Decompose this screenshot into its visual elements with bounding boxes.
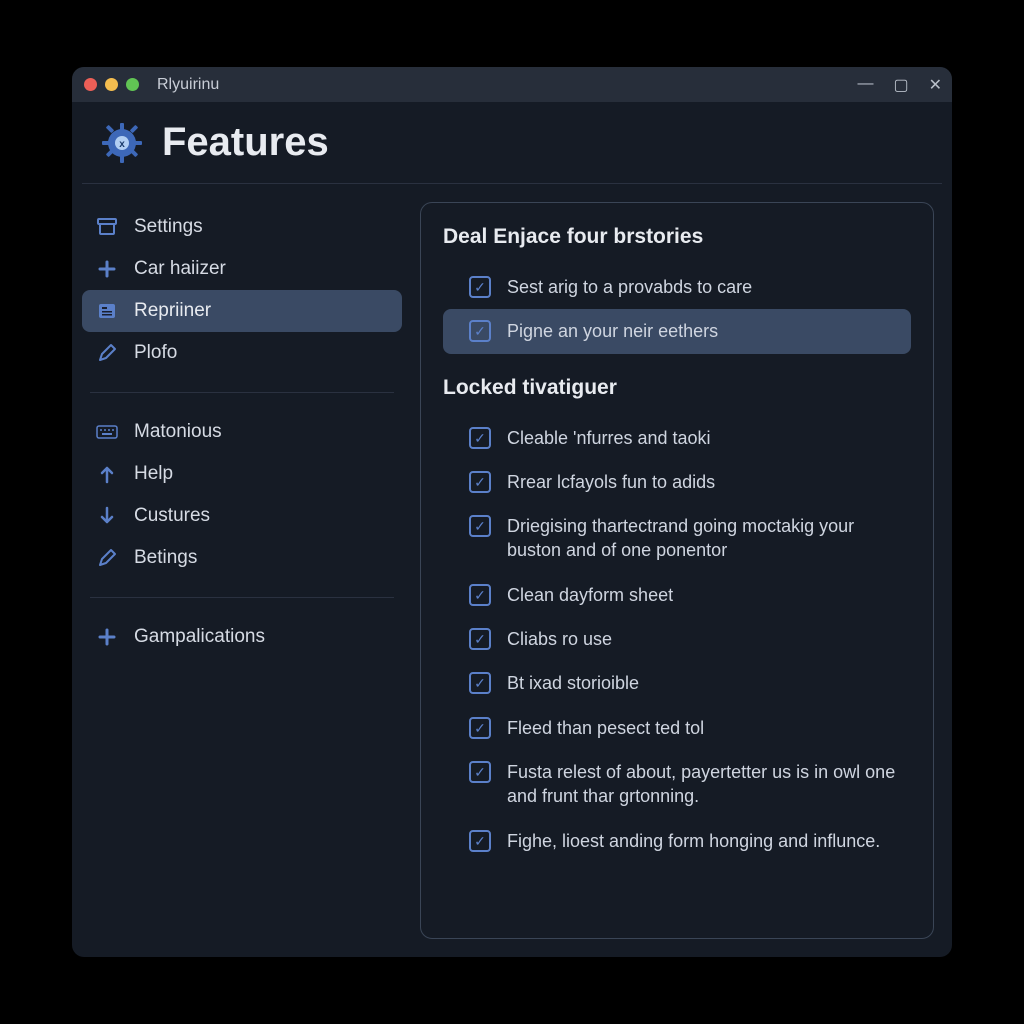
sidebar-item-label: Car haiizer	[134, 258, 226, 280]
close-window-button[interactable]	[84, 78, 97, 91]
sidebar-item-car-haiizer[interactable]: Car haiizer	[82, 248, 402, 290]
option-label: Clean dayform sheet	[507, 583, 673, 607]
option-row[interactable]: ✓ Driegising thartectrand going moctakig…	[443, 504, 911, 573]
keyboard-icon	[96, 421, 118, 443]
section-title: Deal Enjace four brstories	[443, 225, 911, 249]
checkbox-icon[interactable]: ✓	[469, 584, 491, 606]
option-label: Driegising thartectrand going moctakig y…	[507, 514, 899, 563]
option-label: Fusta relest of about, payertetter us is…	[507, 760, 899, 809]
checkbox-icon[interactable]: ✓	[469, 276, 491, 298]
option-label: Rrear lcfayols fun to adids	[507, 470, 715, 494]
sidebar-separator	[90, 392, 394, 393]
sidebar: Settings Car haiizer Repriiner	[72, 184, 412, 957]
svg-text:x: x	[119, 139, 125, 150]
page-header: x Features	[82, 102, 942, 184]
minimize-window-button[interactable]	[105, 78, 118, 91]
sidebar-item-label: Help	[134, 463, 173, 485]
sidebar-item-help[interactable]: Help	[82, 453, 402, 495]
sidebar-item-label: Plofo	[134, 342, 177, 364]
option-row[interactable]: ✓ Cliabs ro use	[443, 617, 911, 661]
option-row[interactable]: ✓ Bt ixad storioible	[443, 661, 911, 705]
close-icon[interactable]: ✕	[929, 75, 942, 95]
option-row[interactable]: ✓ Fleed than pesect ted tol	[443, 706, 911, 750]
option-label: Fleed than pesect ted tol	[507, 716, 704, 740]
restore-icon[interactable]: ▢	[893, 75, 908, 95]
sidebar-item-label: Matonious	[134, 421, 222, 443]
sidebar-item-custures[interactable]: Custures	[82, 495, 402, 537]
traffic-lights	[84, 78, 139, 91]
checkbox-icon[interactable]: ✓	[469, 717, 491, 739]
app-window: Rlyuirinu — ▢ ✕ x	[72, 67, 952, 957]
option-row[interactable]: ✓ Fighe, lioest anding form honging and …	[443, 819, 911, 863]
sidebar-group-2: Matonious Help Custures	[82, 407, 402, 583]
option-label: Pigne an your neir eethers	[507, 319, 718, 343]
option-row[interactable]: ✓ Pigne an your neir eethers	[443, 309, 911, 353]
archive-icon	[96, 216, 118, 238]
checkbox-icon[interactable]: ✓	[469, 628, 491, 650]
sidebar-item-repriiner[interactable]: Repriiner	[82, 290, 402, 332]
option-label: Bt ixad storioible	[507, 671, 639, 695]
section-title: Locked tivatiguer	[443, 376, 911, 400]
option-row[interactable]: ✓ Clean dayform sheet	[443, 573, 911, 617]
sidebar-item-label: Custures	[134, 505, 210, 527]
option-row[interactable]: ✓ Sest arig to a provabds to care	[443, 265, 911, 309]
page-title: Features	[162, 120, 329, 165]
minimize-icon[interactable]: —	[857, 75, 873, 95]
plus-icon	[96, 626, 118, 648]
option-row[interactable]: ✓ Cleable 'nfurres and taoki	[443, 416, 911, 460]
plus-icon	[96, 258, 118, 280]
checkbox-icon[interactable]: ✓	[469, 320, 491, 342]
option-label: Cliabs ro use	[507, 627, 612, 651]
sidebar-item-label: Betings	[134, 547, 197, 569]
app-name: Rlyuirinu	[157, 76, 219, 94]
sidebar-item-label: Gampalications	[134, 626, 265, 648]
arrow-down-icon	[96, 505, 118, 527]
pencil-icon	[96, 342, 118, 364]
content-area: Deal Enjace four brstories ✓ Sest arig t…	[412, 184, 952, 957]
titlebar: Rlyuirinu — ▢ ✕	[72, 67, 952, 102]
option-label: Cleable 'nfurres and taoki	[507, 426, 711, 450]
sidebar-item-betings[interactable]: Betings	[82, 537, 402, 579]
option-label: Fighe, lioest anding form honging and in…	[507, 829, 880, 853]
option-label: Sest arig to a provabds to care	[507, 275, 752, 299]
sidebar-item-matonious[interactable]: Matonious	[82, 411, 402, 453]
gear-icon: x	[100, 121, 144, 165]
sidebar-item-gampalications[interactable]: Gampalications	[82, 616, 402, 658]
body: Settings Car haiizer Repriiner	[72, 184, 952, 957]
window-controls: — ▢ ✕	[857, 75, 942, 95]
checkbox-icon[interactable]: ✓	[469, 761, 491, 783]
checkbox-icon[interactable]: ✓	[469, 427, 491, 449]
option-row[interactable]: ✓ Rrear lcfayols fun to adids	[443, 460, 911, 504]
sidebar-item-label: Repriiner	[134, 300, 211, 322]
option-row[interactable]: ✓ Fusta relest of about, payertetter us …	[443, 750, 911, 819]
card-icon	[96, 300, 118, 322]
arrow-up-icon	[96, 463, 118, 485]
pencil-icon	[96, 547, 118, 569]
checkbox-icon[interactable]: ✓	[469, 515, 491, 537]
sidebar-item-plofo[interactable]: Plofo	[82, 332, 402, 374]
sidebar-item-settings[interactable]: Settings	[82, 206, 402, 248]
checkbox-icon[interactable]: ✓	[469, 672, 491, 694]
sidebar-separator	[90, 597, 394, 598]
maximize-window-button[interactable]	[126, 78, 139, 91]
sidebar-item-label: Settings	[134, 216, 203, 238]
checkbox-icon[interactable]: ✓	[469, 830, 491, 852]
sidebar-group-1: Settings Car haiizer Repriiner	[82, 202, 402, 378]
sidebar-group-3: Gampalications	[82, 612, 402, 662]
features-panel: Deal Enjace four brstories ✓ Sest arig t…	[420, 202, 934, 939]
checkbox-icon[interactable]: ✓	[469, 471, 491, 493]
